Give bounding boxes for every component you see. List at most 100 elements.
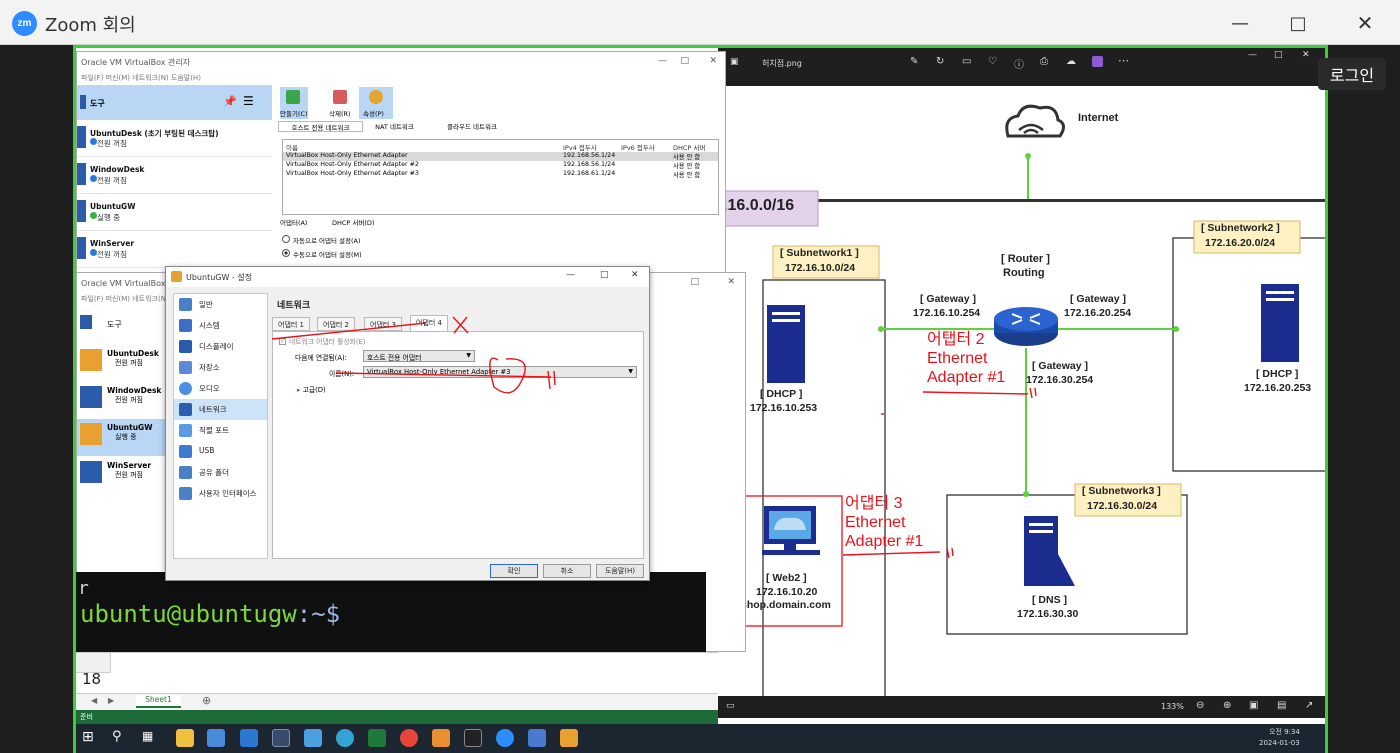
sheet-tab[interactable]: Sheet1 bbox=[136, 695, 181, 708]
tools-item-2[interactable]: 도구 bbox=[77, 307, 167, 339]
sheet-prev-icon[interactable]: ◀ bbox=[91, 696, 97, 705]
radio-auto[interactable] bbox=[282, 235, 290, 243]
vm-item-ubuntudesk-2[interactable]: UbuntuDesk 전원 꺼짐 bbox=[77, 345, 167, 381]
expand-icon[interactable]: ↗ bbox=[1305, 700, 1313, 711]
tab-adapter[interactable]: 어댑터(A) bbox=[280, 217, 307, 227]
app-icon[interactable] bbox=[1092, 56, 1103, 67]
app-grid-icon[interactable] bbox=[432, 729, 450, 747]
vm-name: WindowDesk bbox=[90, 165, 145, 174]
table-row[interactable]: VirtualBox Host-Only Ethernet Adapter 19… bbox=[283, 152, 718, 161]
dhcp1-ip: 172.16.10.253 bbox=[750, 402, 818, 414]
windows-os-icon bbox=[80, 386, 102, 408]
sheet-next-icon[interactable]: ▶ bbox=[108, 696, 114, 705]
col-header-ipv4: IPv4 접두사 bbox=[563, 144, 597, 152]
notepad-icon[interactable] bbox=[304, 729, 322, 747]
gateway3-title: [ Gateway ] bbox=[1032, 360, 1089, 372]
vm-item-windowdesk[interactable]: WindowDesk 전원 꺼짐 bbox=[77, 157, 272, 194]
internet-cloud-icon bbox=[1005, 104, 1065, 138]
start-icon[interactable]: ⊞ bbox=[82, 729, 100, 747]
terminal-window[interactable]: r ubuntu@ubuntugw:~$ bbox=[76, 572, 706, 652]
list-menu-icon[interactable]: ☰ bbox=[243, 94, 254, 108]
viewer-minimize-icon[interactable]: — bbox=[1248, 50, 1257, 60]
tab-host-only[interactable]: 호스트 전용 네트워크 bbox=[278, 121, 363, 132]
delete-icon[interactable]: ▭ bbox=[962, 56, 971, 67]
vbox2-close-icon[interactable]: ✕ bbox=[727, 277, 735, 287]
cloud-icon[interactable]: ☁ bbox=[1066, 56, 1076, 67]
cell-dhcp: 사용 안 함 bbox=[673, 172, 701, 179]
vbox-titlebar: Oracle VM VirtualBox 관리자 — □ ✕ bbox=[77, 52, 725, 72]
web-ip: 172.16.10.20 bbox=[756, 586, 818, 598]
table-row[interactable]: VirtualBox Host-Only Ethernet Adapter #3… bbox=[283, 170, 718, 179]
login-button[interactable]: 로그인 bbox=[1318, 58, 1386, 90]
viewer-maximize-icon[interactable]: □ bbox=[1274, 50, 1283, 60]
add-sheet-icon[interactable]: ⊕ bbox=[202, 694, 211, 707]
vm-state: 실행 중 bbox=[97, 213, 121, 222]
subnet1-title: [ Subnetwork1 ] bbox=[780, 247, 859, 259]
gateway1-ip: 172.16.10.254 bbox=[913, 307, 981, 319]
vm-state: 전원 꺼짐 bbox=[115, 471, 143, 479]
vm-item-ubuntudesk[interactable]: UbuntuDesk (초기 부팅된 데스크탑) 전원 꺼짐 bbox=[77, 120, 272, 157]
vbox-maximize-icon[interactable]: □ bbox=[680, 56, 689, 66]
create-button[interactable]: 만들기(C) bbox=[280, 87, 308, 119]
paint-icon[interactable] bbox=[528, 729, 546, 747]
vm-item-ubuntugw[interactable]: UbuntuGW 실행 중 bbox=[77, 194, 272, 231]
search-icon[interactable]: ⚲ bbox=[112, 729, 130, 747]
terminal-icon[interactable] bbox=[464, 729, 482, 747]
file-explorer-icon[interactable] bbox=[176, 729, 194, 747]
vm-item-windowdesk-2[interactable]: WindowDesk 전원 꺼짐 bbox=[77, 382, 167, 418]
vm-name: UbuntuDesk bbox=[107, 349, 159, 358]
zoom-out-icon[interactable]: ⊖ bbox=[1196, 700, 1204, 711]
tools-label: 도구 bbox=[90, 99, 105, 108]
viewer-close-icon[interactable]: ✕ bbox=[1302, 50, 1310, 60]
settings-dialog: UbuntuGW - 설정 — □ ✕ 일반 시스템 디스플레이 저장소 오디오… bbox=[165, 266, 650, 581]
properties-button[interactable]: 속성(P) bbox=[359, 87, 393, 119]
radio-auto-label: 자동으로 어댑터 설정(A) bbox=[293, 237, 361, 245]
fullscreen-icon[interactable]: ▤ bbox=[1277, 700, 1286, 711]
filmstrip-icon[interactable]: ▭ bbox=[726, 701, 735, 711]
maximize-icon[interactable]: □ bbox=[1283, 8, 1313, 38]
zoom-titlebar: zm Zoom 회의 — □ ✕ bbox=[0, 0, 1400, 45]
more-icon[interactable]: ⋯ bbox=[1118, 54, 1129, 67]
close-icon[interactable]: ✕ bbox=[1350, 8, 1380, 38]
vm-item-winserver[interactable]: WinServer 전원 꺼짐 bbox=[77, 231, 272, 268]
remove-button[interactable]: 삭제(R) bbox=[325, 87, 355, 119]
tab-dhcp-server[interactable]: DHCP 서버(D) bbox=[332, 217, 374, 227]
info-icon[interactable]: ⓘ bbox=[1014, 56, 1024, 71]
edit-icon[interactable]: ✎ bbox=[910, 56, 918, 67]
edge-icon[interactable] bbox=[336, 729, 354, 747]
col-header-ipv6: IPv6 접두사 bbox=[621, 144, 655, 152]
store-icon[interactable] bbox=[207, 729, 225, 747]
vbox-minimize-icon[interactable]: — bbox=[658, 56, 667, 66]
tools-item[interactable]: 도구 📌 ☰ bbox=[77, 85, 272, 120]
mail-icon[interactable] bbox=[240, 729, 258, 747]
zoom-window: zm Zoom 회의 — □ ✕ ▣ 허치점.png ✎ ↻ ▭ ♡ ⓘ ⎙ ☁… bbox=[0, 0, 1400, 753]
vbox-menubar[interactable]: 파일(F) 머신(M) 네트워크(N) 도움말(H) bbox=[77, 72, 725, 86]
print-icon[interactable]: ⎙ bbox=[1040, 56, 1048, 67]
tab-cloud[interactable]: 클라우드 네트워크 bbox=[432, 121, 512, 132]
cell-name: VirtualBox Host-Only Ethernet Adapter bbox=[286, 152, 408, 159]
favorite-icon[interactable]: ♡ bbox=[988, 56, 997, 67]
table-row[interactable]: VirtualBox Host-Only Ethernet Adapter #2… bbox=[283, 161, 718, 170]
window-title: Zoom 회의 bbox=[45, 15, 136, 36]
tab-nat[interactable]: NAT 네트워크 bbox=[367, 121, 422, 132]
fit-icon[interactable]: ▣ bbox=[1249, 700, 1258, 711]
excel-icon[interactable] bbox=[368, 729, 386, 747]
cell-dhcp: 사용 안 함 bbox=[673, 163, 701, 170]
task-view-icon[interactable]: ▦ bbox=[142, 729, 160, 747]
vm-item-ubuntugw-2[interactable]: UbuntuGW 실행 중 bbox=[77, 419, 167, 456]
col-header-name: 이름 bbox=[286, 144, 298, 152]
radio-manual[interactable] bbox=[282, 249, 290, 257]
vm-item-winserver-2[interactable]: WinServer 전원 꺼짐 bbox=[77, 457, 167, 493]
vbox2-maximize-icon[interactable]: □ bbox=[690, 277, 699, 287]
zoom-taskbar-icon[interactable] bbox=[496, 729, 514, 747]
vbox-close-icon[interactable]: ✕ bbox=[709, 56, 717, 66]
pin-icon[interactable]: 📌 bbox=[223, 95, 237, 108]
zoom-in-icon[interactable]: ⊕ bbox=[1223, 700, 1231, 711]
minimize-icon[interactable]: — bbox=[1225, 8, 1255, 38]
rotate-icon[interactable]: ↻ bbox=[936, 56, 944, 67]
ubuntu-vm-icon[interactable] bbox=[560, 729, 578, 747]
gateway3-ip: 172.16.30.254 bbox=[1026, 374, 1094, 386]
virtualbox-taskbar-icon[interactable] bbox=[272, 729, 290, 747]
vm-list: 도구 📌 ☰ UbuntuDesk (초기 부팅된 데스크탑) 전원 꺼짐 Wi… bbox=[77, 85, 272, 268]
chrome-icon[interactable] bbox=[400, 729, 418, 747]
